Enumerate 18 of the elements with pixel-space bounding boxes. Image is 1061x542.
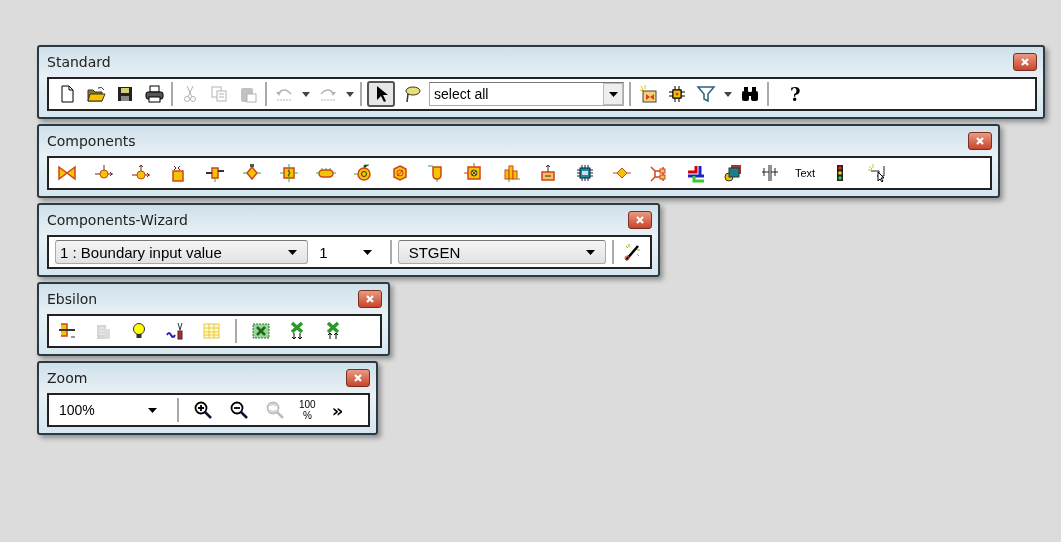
close-icon[interactable] <box>968 132 992 150</box>
toolbar-button[interactable]: » <box>327 399 348 421</box>
dropdown-field[interactable]: STGEN <box>397 240 607 264</box>
toolbar-title: Components <box>47 133 136 149</box>
toolbar-title: Ebsilon <box>47 291 98 307</box>
close-icon[interactable] <box>1013 53 1037 71</box>
close-icon[interactable] <box>346 369 370 387</box>
pointer-icon[interactable] <box>367 81 395 107</box>
text-tool-button[interactable]: Text <box>795 167 816 179</box>
close-icon[interactable] <box>358 290 382 308</box>
toolbar-button[interactable]: ? <box>786 83 805 105</box>
actual-size-button[interactable]: 100 % <box>299 399 316 421</box>
toolbar-title: Standard <box>47 54 111 70</box>
toolbar-title: Zoom <box>47 370 88 386</box>
toolbar-title: Components-Wizard <box>47 212 188 228</box>
close-icon[interactable] <box>628 211 652 229</box>
dropdown-field[interactable]: 1 : Boundary input value <box>55 240 309 264</box>
dropdown-field[interactable]: select all <box>429 82 624 106</box>
